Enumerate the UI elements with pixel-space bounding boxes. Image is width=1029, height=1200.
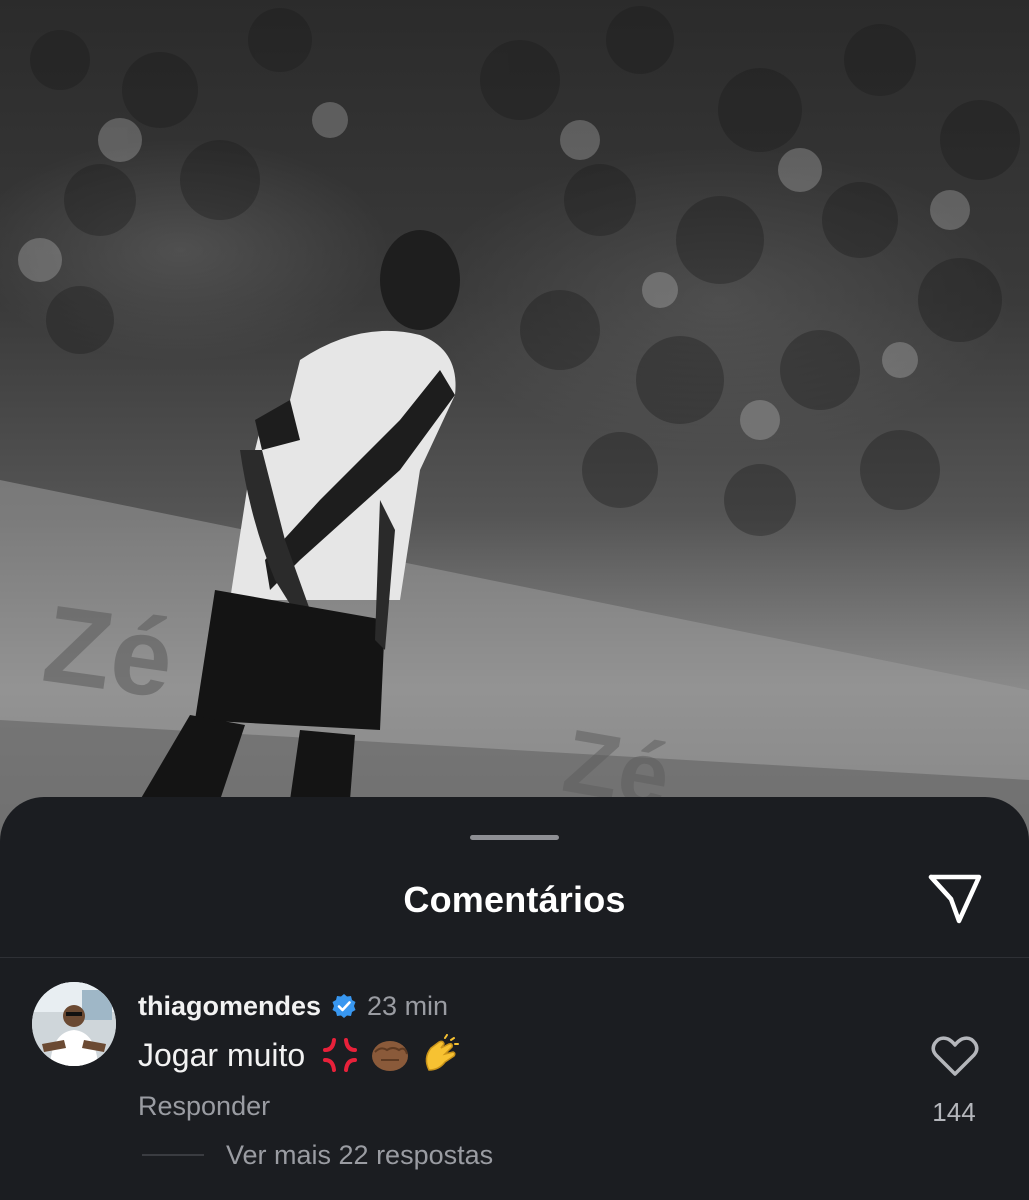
view-more-replies-button[interactable]: Ver mais 22 respostas <box>226 1140 493 1171</box>
svg-text:Zé: Zé <box>37 582 181 722</box>
share-button[interactable] <box>922 868 988 930</box>
oncoming-fist-icon <box>372 1041 409 1071</box>
clapping-hands-icon <box>425 1034 460 1071</box>
reply-button[interactable]: Responder <box>138 1091 270 1122</box>
sheet-title: Comentários <box>403 879 626 920</box>
like-button[interactable] <box>930 1034 980 1078</box>
comment-body: Jogar muito <box>138 1036 306 1073</box>
sheet-grabber[interactable] <box>470 835 559 840</box>
football-player-photo-illustration: Zé Zé <box>0 6 1029 860</box>
divider <box>0 957 1029 958</box>
send-icon <box>928 874 982 924</box>
comment-header: thiagomendes 23 min <box>138 988 448 1024</box>
replies-line <box>142 1154 204 1156</box>
comment-text: Jogar muito <box>138 1034 461 1075</box>
comment-time: 23 min <box>367 990 449 1021</box>
screen: Zé Zé Comentários thiagomendes 23 min Jo… <box>0 0 1029 1200</box>
post-photo[interactable]: Zé Zé <box>0 0 1029 860</box>
comment-username[interactable]: thiagomendes <box>138 991 321 1022</box>
user-avatar-image <box>32 982 116 1066</box>
verified-badge-icon <box>332 994 356 1018</box>
heart-icon <box>931 1036 979 1076</box>
avatar[interactable] <box>32 982 116 1066</box>
like-count: 144 <box>932 1097 976 1127</box>
anger-symbol-icon <box>323 1038 358 1072</box>
